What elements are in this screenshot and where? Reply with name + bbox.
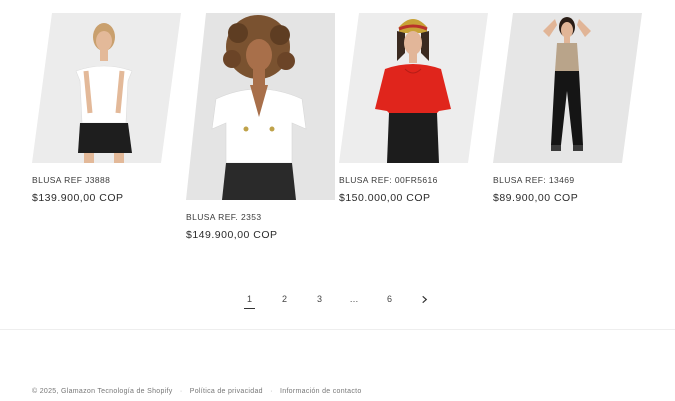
product-title[interactable]: BLUSA REF J3888: [32, 175, 181, 185]
chevron-right-icon: [422, 296, 428, 304]
product-card[interactable]: BLUSA REF: 00FR5616 $150.000,00 COP: [339, 13, 488, 204]
product-grid: BLUSA REF J3888 $139.900,00 COP BLUSA RE…: [32, 13, 644, 253]
page-ellipsis: …: [349, 294, 360, 304]
product-image[interactable]: [186, 13, 335, 200]
page-link-2[interactable]: 2: [267, 290, 302, 308]
product-title[interactable]: BLUSA REF: 13469: [493, 175, 642, 185]
product-title[interactable]: BLUSA REF: 00FR5616: [339, 175, 488, 185]
footer: © 2025, Glamazon Tecnología de Shopify ·…: [32, 388, 362, 395]
page-link-6[interactable]: 6: [372, 290, 407, 308]
privacy-policy-link[interactable]: Política de privacidad: [190, 388, 263, 395]
page-link-3[interactable]: 3: [302, 290, 337, 308]
product-card[interactable]: BLUSA REF J3888 $139.900,00 COP: [32, 13, 181, 204]
footer-separator: ·: [270, 388, 273, 395]
product-image[interactable]: [32, 13, 181, 163]
footer-separator: ·: [179, 388, 183, 395]
product-price: $139.900,00 COP: [32, 192, 124, 204]
pagination: 1 2 3 … 6: [232, 289, 442, 309]
product-price: $89.900,00 COP: [493, 192, 579, 204]
page-link-1[interactable]: 1: [232, 290, 267, 309]
product-card[interactable]: BLUSA REF. 2353 $149.900,00 COP: [186, 13, 335, 241]
product-price: $150.000,00 COP: [339, 192, 431, 204]
product-image[interactable]: [339, 13, 488, 163]
footer-divider: [0, 329, 675, 330]
copyright-text: © 2025, Glamazon Tecnología de Shopify: [32, 388, 173, 395]
product-price: $149.900,00 COP: [186, 229, 278, 241]
product-title[interactable]: BLUSA REF. 2353: [186, 212, 335, 222]
product-image[interactable]: [493, 13, 642, 163]
contact-info-link[interactable]: Información de contacto: [280, 388, 362, 395]
product-card[interactable]: BLUSA REF: 13469 $89.900,00 COP: [493, 13, 642, 204]
next-page-button[interactable]: [407, 290, 442, 308]
